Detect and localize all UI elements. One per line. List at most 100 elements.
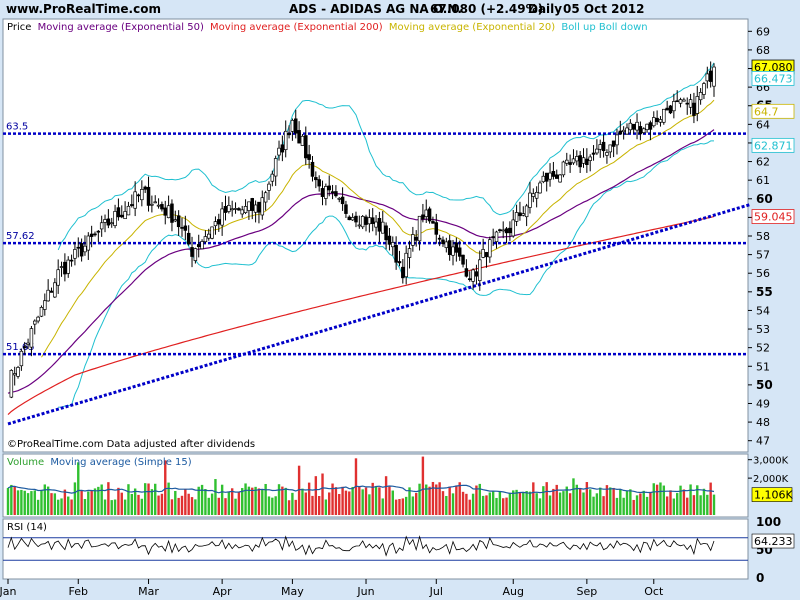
volume-bar (314, 476, 318, 515)
candle-body (320, 188, 325, 197)
candle-body (404, 252, 408, 278)
candle-body (304, 135, 308, 159)
volume-bar (441, 491, 445, 515)
candle-body (377, 218, 382, 232)
candle-body (578, 155, 582, 168)
volume-bar (200, 484, 204, 515)
candle-body (39, 306, 44, 317)
volume-bar (194, 499, 197, 515)
candle-body (595, 148, 599, 154)
candle-body (354, 215, 358, 223)
candle-body (645, 123, 649, 131)
candle-body (133, 191, 137, 209)
candle-body (153, 201, 157, 204)
x-tick-label-jul: Jul (429, 585, 443, 598)
candle-body (544, 172, 549, 182)
candle-body (227, 205, 231, 212)
candle-body (337, 197, 342, 200)
volume-bar (46, 486, 50, 515)
candle-body (36, 316, 40, 322)
candle-body (471, 269, 475, 282)
candle-body (176, 215, 181, 228)
volume-bar (635, 495, 639, 515)
candle-body (150, 203, 154, 206)
stock-chart: www.ProRealTime.com ADS - ADIDAS AG NA O… (0, 2, 795, 598)
candle-body (672, 101, 676, 112)
volume-bar (679, 485, 682, 515)
price-tick-label: 60 (756, 192, 773, 206)
quote-value: 67.080 (+2.49%) (430, 2, 543, 16)
price-tick-label: 69 (756, 25, 770, 38)
candle-body (635, 121, 639, 131)
candle-body (494, 231, 499, 243)
candle-body (69, 259, 74, 262)
candle-body (26, 342, 30, 345)
volume-bar (80, 490, 83, 515)
price-tick-label: 57 (756, 249, 770, 262)
candle-body (628, 122, 633, 131)
candle-body (688, 99, 693, 108)
candle-body (350, 217, 355, 221)
candle-body (270, 173, 275, 182)
candle-body (591, 152, 596, 155)
volume-bar (107, 482, 110, 515)
price-tick-label: 47 (756, 435, 770, 448)
volume-bar (585, 482, 589, 515)
candle-body (705, 73, 710, 82)
candle-body (481, 249, 485, 258)
candle-body (43, 300, 47, 310)
candle-body (424, 209, 428, 217)
volume-bar (174, 490, 177, 515)
volume-bar (77, 462, 80, 515)
volume-bar (190, 497, 194, 515)
volume-bar (307, 482, 311, 515)
candle-body (638, 126, 643, 135)
candle-body (695, 96, 700, 114)
site-title[interactable]: www.ProRealTime.com (6, 2, 161, 16)
candle-body (324, 186, 328, 199)
volume-bar (254, 486, 257, 515)
candle-body (621, 129, 626, 133)
volume-bar (67, 496, 70, 515)
candle-body (394, 244, 398, 263)
volume-bar (428, 486, 431, 515)
candle-body (665, 107, 669, 111)
candle-body (16, 367, 20, 377)
candle-body (391, 242, 395, 248)
volume-bar (431, 481, 435, 515)
volume-bar (384, 476, 388, 515)
volume-bar (659, 482, 662, 515)
candle-body (538, 182, 542, 194)
candle-body (631, 123, 636, 130)
volume-bar (512, 490, 515, 515)
candle-body (53, 282, 57, 298)
candle-body (300, 135, 305, 146)
volume-bar (675, 493, 679, 515)
candle-body (585, 158, 589, 165)
x-tick-label-aug: Aug (502, 585, 523, 598)
volume-bar (692, 495, 696, 515)
candle-body (22, 346, 27, 349)
volume-bar (488, 492, 492, 515)
volume-bar (123, 499, 127, 515)
volume-bar (6, 487, 10, 515)
candle-body (9, 370, 14, 398)
candle-body (367, 217, 372, 225)
volume-bar (20, 489, 23, 515)
volume-bar (686, 497, 689, 515)
legend-ema50: Moving average (Exponential 50) (38, 22, 204, 33)
candle-body (99, 222, 104, 230)
candle-body (29, 328, 34, 348)
candle-body (605, 152, 609, 156)
volume-bar (53, 493, 57, 515)
candle-body (380, 221, 385, 234)
volume-bar (294, 499, 297, 515)
candle-body (186, 232, 191, 245)
candle-body (648, 122, 653, 130)
candle-body (457, 247, 462, 257)
candle-body (615, 134, 619, 146)
value-tag-label: 66.473 (754, 72, 793, 85)
volume-bar (458, 482, 461, 515)
volume-bar (93, 488, 97, 515)
volume-bar (30, 491, 33, 515)
